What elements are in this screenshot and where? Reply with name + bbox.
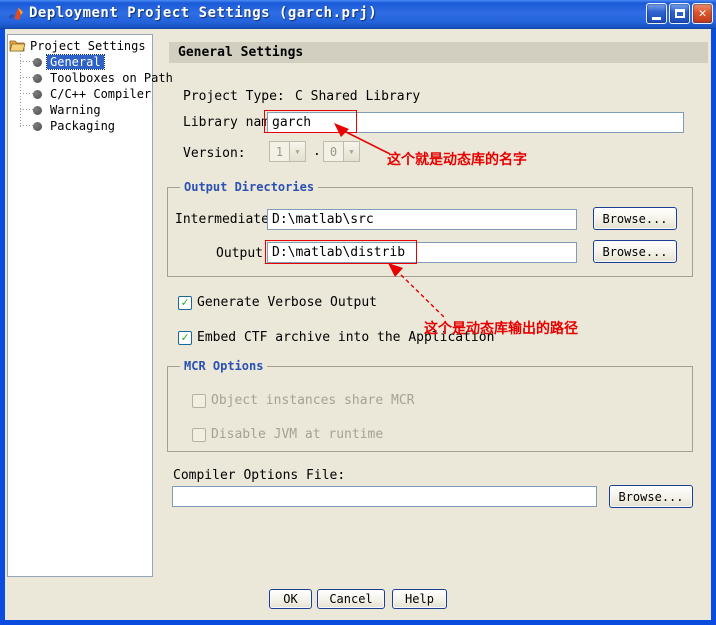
library-name-input[interactable] bbox=[267, 112, 684, 133]
output-directories-title: Output Directories bbox=[180, 180, 318, 194]
tree-item-toolboxes-on-path[interactable]: Toolboxes on Path bbox=[33, 71, 176, 85]
output-directories-group bbox=[167, 187, 693, 277]
intermediate-directory-input[interactable] bbox=[267, 209, 577, 230]
chevron-down-icon: ▼ bbox=[289, 142, 305, 161]
version-minor-value: 0 bbox=[324, 145, 343, 159]
tree-item-warning[interactable]: Warning bbox=[33, 103, 104, 117]
project-type-label: Project Type: bbox=[183, 89, 285, 104]
bullet-icon bbox=[33, 90, 42, 99]
generate-verbose-output-checkbox[interactable]: ✓ Generate Verbose Output bbox=[178, 295, 377, 310]
bullet-icon bbox=[33, 106, 42, 115]
section-header-title: General Settings bbox=[178, 45, 303, 60]
help-button[interactable]: Help bbox=[392, 589, 447, 609]
checkbox-checked-icon: ✓ bbox=[178, 331, 192, 345]
checkbox-label: Object instances share MCR bbox=[211, 393, 415, 408]
output-directory-annotation: 这个是动态库输出的路径 bbox=[424, 318, 578, 338]
tree-connector bbox=[20, 125, 33, 126]
version-minor-combo[interactable]: 0 ▼ bbox=[323, 141, 360, 162]
tree-item-label: General bbox=[47, 55, 104, 69]
title-bar: Deployment Project Settings (garch.prj) … bbox=[0, 0, 716, 29]
output-directory-input[interactable] bbox=[267, 242, 577, 263]
settings-tree: Project Settings General Toolboxes on Pa… bbox=[7, 34, 153, 577]
checkbox-unchecked-icon bbox=[192, 394, 206, 408]
checkbox-unchecked-icon bbox=[192, 428, 206, 442]
tree-connector bbox=[20, 77, 33, 78]
minimize-button[interactable] bbox=[646, 3, 667, 24]
checkbox-label: Disable JVM at runtime bbox=[211, 427, 383, 442]
tree-item-label: C/C++ Compiler bbox=[47, 87, 154, 101]
tree-root-label: Project Settings bbox=[30, 39, 146, 53]
version-label: Version: bbox=[183, 146, 246, 161]
check-icon: ✓ bbox=[181, 296, 188, 308]
disable-jvm-at-runtime-checkbox: Disable JVM at runtime bbox=[192, 427, 383, 442]
compiler-options-file-input[interactable] bbox=[172, 486, 597, 507]
tree-item-label: Warning bbox=[47, 103, 104, 117]
checkbox-checked-icon: ✓ bbox=[178, 296, 192, 310]
version-separator: . bbox=[313, 144, 321, 159]
window-title: Deployment Project Settings (garch.prj) bbox=[29, 5, 377, 21]
compiler-options-browse-button[interactable]: Browse... bbox=[609, 485, 693, 508]
output-browse-button[interactable]: Browse... bbox=[593, 240, 677, 263]
maximize-button[interactable] bbox=[669, 3, 690, 24]
chevron-down-icon: ▼ bbox=[343, 142, 359, 161]
close-button[interactable]: ✕ bbox=[692, 3, 713, 24]
library-name-annotation: 这个就是动态库的名字 bbox=[387, 149, 527, 169]
open-folder-icon bbox=[9, 39, 26, 52]
intermediate-browse-button[interactable]: Browse... bbox=[593, 207, 677, 230]
mcr-options-title: MCR Options bbox=[180, 359, 267, 373]
intermediate-label: Intermediate bbox=[175, 212, 263, 227]
tree-item-general[interactable]: General bbox=[33, 55, 104, 69]
tree-item-label: Packaging bbox=[47, 119, 118, 133]
tree-item-c-cpp-compiler[interactable]: C/C++ Compiler bbox=[33, 87, 154, 101]
maximize-icon bbox=[675, 9, 685, 18]
cancel-button[interactable]: Cancel bbox=[317, 589, 385, 609]
close-icon: ✕ bbox=[699, 7, 707, 20]
bullet-icon bbox=[33, 74, 42, 83]
dialog-content: Project Settings General Toolboxes on Pa… bbox=[5, 29, 711, 620]
tree-item-label: Toolboxes on Path bbox=[47, 71, 176, 85]
bullet-icon bbox=[33, 58, 42, 67]
tree-connector-vertical bbox=[20, 51, 21, 127]
bullet-icon bbox=[33, 122, 42, 131]
object-instances-share-mcr-checkbox: Object instances share MCR bbox=[192, 393, 415, 408]
ok-button[interactable]: OK bbox=[269, 589, 312, 609]
tree-root-project-settings[interactable]: Project Settings bbox=[9, 38, 146, 53]
tree-connector bbox=[20, 61, 33, 62]
output-label: Output bbox=[175, 246, 263, 261]
minimize-icon bbox=[652, 17, 661, 20]
version-major-value: 1 bbox=[270, 145, 289, 159]
compiler-options-file-label: Compiler Options File: bbox=[173, 468, 345, 483]
checkbox-label: Generate Verbose Output bbox=[197, 295, 377, 310]
tree-item-packaging[interactable]: Packaging bbox=[33, 119, 118, 133]
deployment-settings-window: Deployment Project Settings (garch.prj) … bbox=[0, 0, 716, 625]
version-major-combo[interactable]: 1 ▼ bbox=[269, 141, 306, 162]
tree-connector bbox=[20, 93, 33, 94]
matlab-icon bbox=[7, 6, 24, 23]
section-header: General Settings bbox=[169, 42, 708, 63]
tree-connector bbox=[20, 109, 33, 110]
check-icon: ✓ bbox=[181, 331, 188, 343]
project-type-value: C Shared Library bbox=[295, 89, 420, 104]
